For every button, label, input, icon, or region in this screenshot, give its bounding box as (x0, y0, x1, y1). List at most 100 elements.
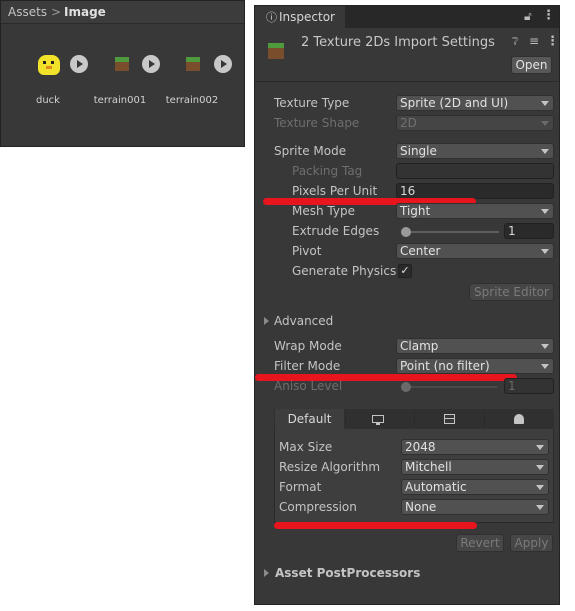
tab-inspector[interactable]: ⓘ Inspector (255, 6, 345, 28)
expand-terrain002-button[interactable] (214, 55, 232, 73)
terrain-sprite-icon[interactable] (115, 57, 129, 71)
chevron-down-icon (536, 445, 544, 450)
pixels-per-unit-label: Pixels Per Unit (292, 184, 378, 198)
platform-tab-android[interactable] (485, 409, 554, 429)
wrap-mode-dropdown[interactable]: Clamp (396, 338, 554, 354)
monitor-stand-icon (376, 423, 380, 425)
format-label: Format (279, 480, 322, 494)
chevron-down-icon (541, 249, 549, 254)
format-value: Automatic (405, 480, 467, 494)
platform-tab-standalone[interactable] (344, 409, 413, 429)
max-size-value: 2048 (405, 440, 436, 454)
extrude-edges-label: Extrude Edges (292, 224, 380, 238)
pivot-value: Center (400, 244, 441, 258)
chevron-down-icon (541, 364, 549, 369)
packing-tag-label: Packing Tag (292, 164, 363, 178)
lock-icon[interactable]: 🔓︎ (524, 9, 532, 24)
asset-terrain002-label: terrain002 (165, 95, 219, 106)
breadcrumb-separator-icon: > (51, 5, 62, 19)
inspector-panel: ⓘ Inspector 🔓︎ ⋮ 2 Texture 2Ds Import Se… (254, 5, 560, 605)
chevron-down-icon (536, 485, 544, 490)
android-icon (514, 414, 524, 424)
platform-tab-default[interactable]: Default (275, 409, 344, 430)
asset-duck-label: duck (36, 95, 60, 106)
wrap-mode-label: Wrap Mode (274, 339, 342, 353)
sprite-mode-value: Single (400, 144, 437, 158)
aniso-level-label: Aniso Level (274, 379, 343, 393)
open-button[interactable]: Open (511, 56, 552, 74)
expand-terrain001-button[interactable] (142, 55, 160, 73)
filter-mode-value: Point (no filter) (400, 359, 490, 373)
revert-button: Revert (456, 534, 504, 552)
compression-dropdown[interactable]: None (401, 499, 549, 515)
compression-label: Compression (279, 500, 357, 514)
annotation-underline (274, 522, 477, 529)
resize-algorithm-dropdown[interactable]: Mitchell (401, 459, 549, 475)
platform-tab-server[interactable] (415, 409, 484, 429)
max-size-dropdown[interactable]: 2048 (401, 439, 549, 455)
packing-tag-field (396, 163, 554, 179)
more-options-icon[interactable]: ⋮ (546, 34, 559, 49)
chevron-down-icon (541, 101, 549, 106)
chevron-down-icon (541, 149, 549, 154)
resize-algorithm-label: Resize Algorithm (279, 460, 381, 474)
expand-duck-button[interactable] (70, 55, 88, 73)
texture-type-value: Sprite (2D and UI) (400, 96, 509, 110)
compression-value: None (405, 500, 437, 514)
advanced-foldout[interactable]: Advanced (274, 314, 333, 328)
wrap-mode-value: Clamp (400, 339, 439, 353)
sprite-mode-label: Sprite Mode (274, 144, 347, 158)
tab-inspector-label: Inspector (279, 10, 335, 24)
preset-icon[interactable]: ≡ (529, 34, 539, 48)
resize-algorithm-value: Mitchell (405, 460, 452, 474)
duck-sprite-icon (38, 55, 60, 75)
chevron-down-icon (541, 121, 549, 126)
pivot-label: Pivot (292, 244, 322, 258)
sprite-mode-dropdown[interactable]: Single (396, 143, 554, 159)
max-size-label: Max Size (279, 440, 333, 454)
asset-postprocessors-foldout[interactable]: Asset PostProcessors (275, 566, 420, 580)
help-icon[interactable]: ❔︎ (512, 35, 519, 49)
texture-type-dropdown[interactable]: Sprite (2D and UI) (396, 95, 554, 111)
generate-physics-checkbox[interactable]: ✓ (398, 264, 412, 278)
asset-duck[interactable] (34, 49, 64, 79)
postprocessors-foldout-arrow-icon[interactable] (264, 569, 269, 577)
filter-mode-dropdown[interactable]: Point (no filter) (396, 358, 554, 374)
extrude-edges-field[interactable]: 1 (504, 223, 554, 239)
aniso-level-slider-track (401, 386, 497, 388)
project-panel: Assets > Image duck terrain001 terrain00… (0, 0, 245, 147)
inspector-title: 2 Texture 2Ds Import Settings (301, 35, 495, 50)
header-divider (255, 81, 559, 82)
extrude-edges-slider-handle[interactable] (401, 227, 411, 237)
sprite-editor-button: Sprite Editor (469, 283, 554, 301)
advanced-foldout-arrow-icon[interactable] (264, 317, 269, 325)
mesh-type-dropdown[interactable]: Tight (396, 203, 554, 219)
chevron-down-icon (541, 209, 549, 214)
mesh-type-label: Mesh Type (292, 204, 355, 218)
apply-button: Apply (510, 534, 553, 552)
more-options-icon[interactable]: ⋮ (542, 8, 555, 23)
texture-shape-dropdown: 2D (396, 115, 554, 131)
texture-type-label: Texture Type (274, 96, 350, 110)
pivot-dropdown[interactable]: Center (396, 243, 554, 259)
extrude-edges-slider-track[interactable] (403, 231, 499, 233)
monitor-icon (372, 415, 384, 423)
texture-shape-value: 2D (400, 116, 417, 130)
texture-shape-label: Texture Shape (274, 116, 360, 130)
server-icon (444, 414, 455, 424)
mesh-type-value: Tight (400, 204, 431, 218)
aniso-level-field: 1 (504, 378, 554, 394)
breadcrumb-image[interactable]: Image (64, 5, 106, 19)
breadcrumb: Assets > Image (1, 1, 244, 24)
breadcrumb-assets[interactable]: Assets (8, 5, 47, 19)
aniso-level-slider-handle (401, 382, 411, 392)
texture-thumbnail-icon (268, 43, 284, 59)
terrain-sprite-icon[interactable] (186, 57, 200, 71)
pixels-per-unit-field[interactable]: 16 (396, 183, 554, 199)
filter-mode-label: Filter Mode (274, 359, 341, 373)
format-dropdown[interactable]: Automatic (401, 479, 549, 495)
info-icon: ⓘ (266, 11, 277, 24)
chevron-down-icon (536, 505, 544, 510)
chevron-down-icon (541, 344, 549, 349)
generate-physics-label: Generate Physics (292, 264, 397, 278)
